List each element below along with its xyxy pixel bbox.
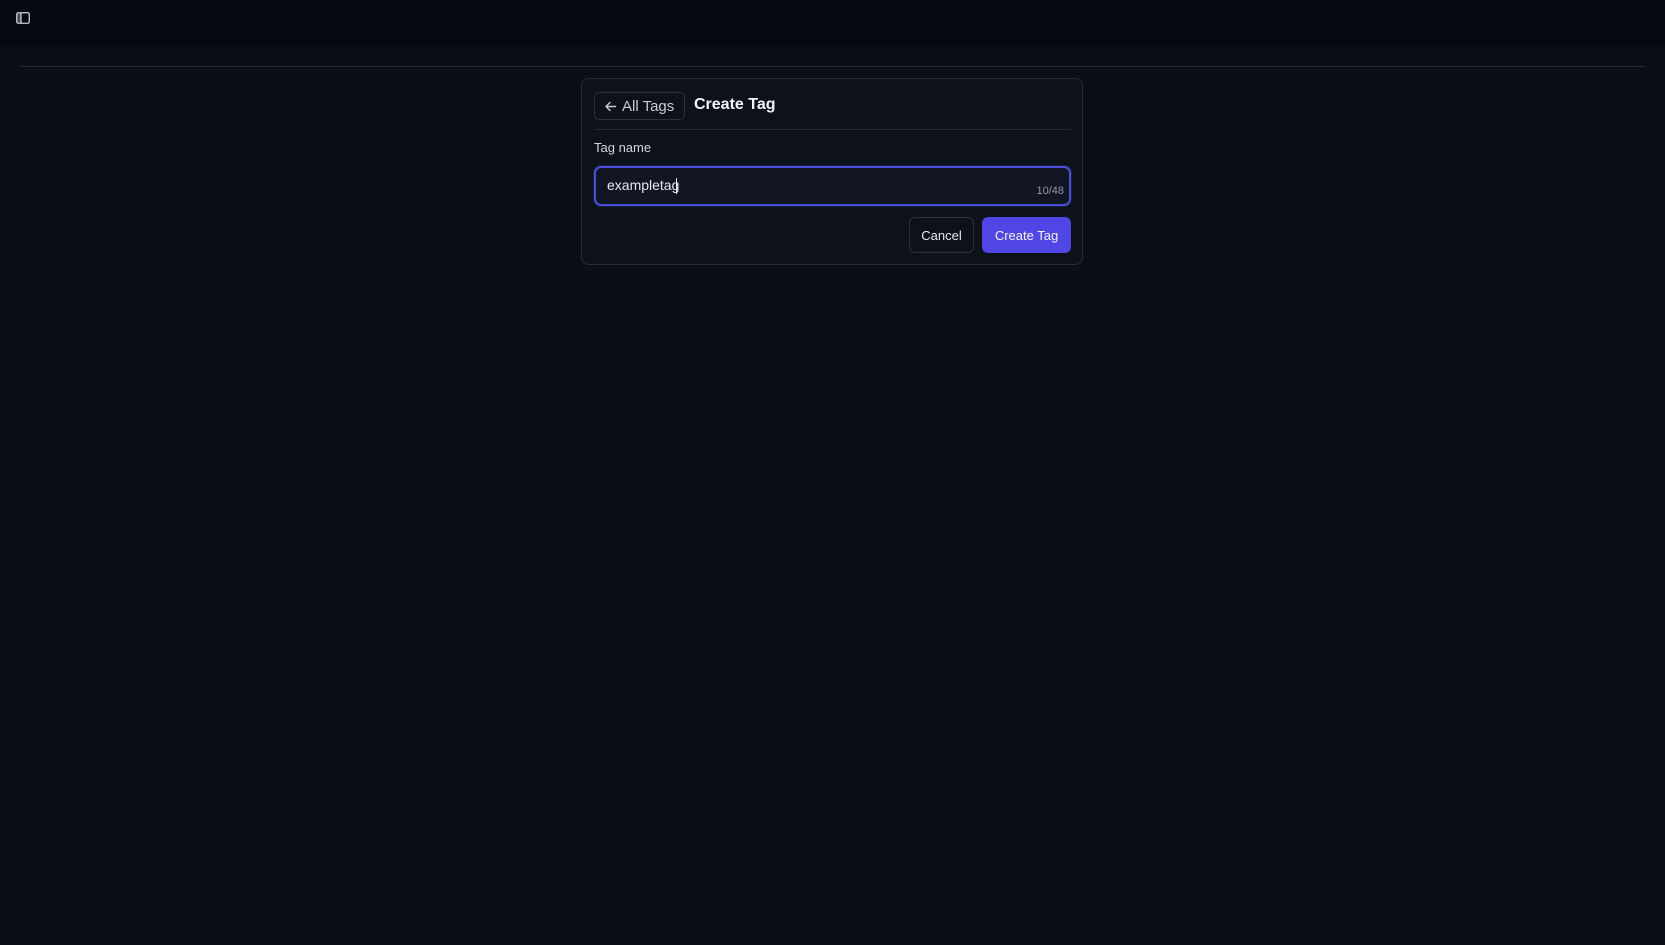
text-caret	[676, 178, 677, 194]
create-tag-button[interactable]: Create Tag	[982, 217, 1071, 253]
tag-name-field[interactable]: 10/48	[594, 166, 1071, 206]
char-counter: 10/48	[1036, 185, 1064, 197]
card-divider	[594, 129, 1071, 130]
create-tag-card: All Tags Create Tag Tag name 10/48 Cance…	[581, 78, 1083, 265]
page-title: Create Tag	[694, 96, 776, 113]
arrow-left-icon	[604, 100, 617, 113]
cancel-button[interactable]: Cancel	[909, 217, 974, 253]
top-bar	[0, 0, 1665, 47]
sidebar-toggle-icon[interactable]	[14, 10, 32, 26]
all-tags-back-button[interactable]: All Tags	[594, 92, 686, 120]
tag-name-label: Tag name	[594, 140, 652, 155]
back-button-label: All Tags	[622, 97, 675, 115]
page-divider	[20, 66, 1645, 67]
tag-name-input[interactable]	[607, 177, 987, 193]
